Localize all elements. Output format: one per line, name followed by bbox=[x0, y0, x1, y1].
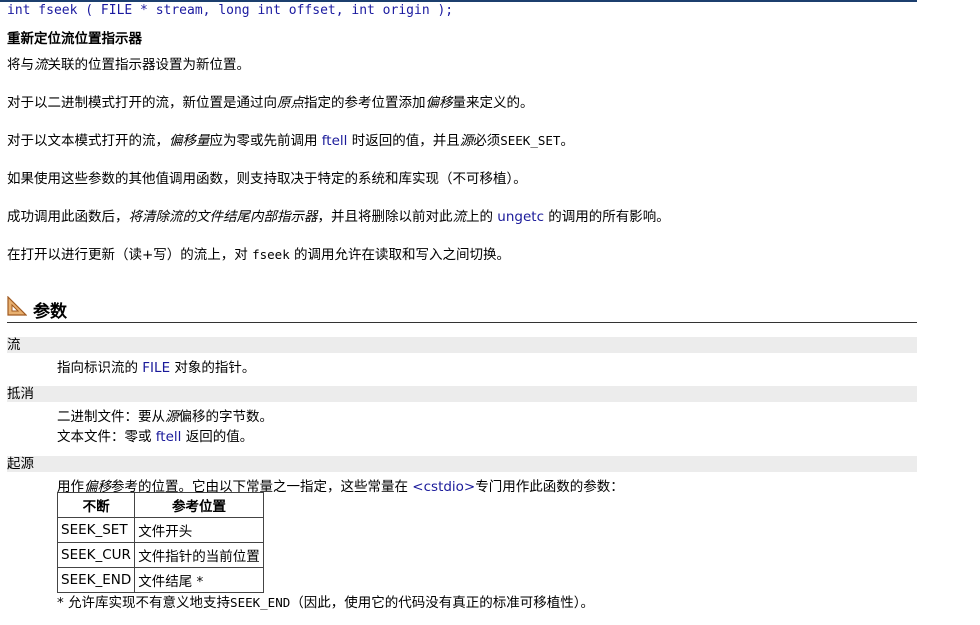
param-term-origin: 起源 bbox=[7, 456, 917, 472]
top-rule bbox=[0, 0, 917, 2]
table-row: SEEK_SET 文件开头 bbox=[56, 517, 264, 543]
table-row: SEEK_CUR 文件指针的当前位置 bbox=[56, 542, 264, 568]
ruler-triangle-icon bbox=[7, 295, 28, 316]
page-title: 重新定位流位置指示器 bbox=[7, 31, 142, 47]
ftell-link[interactable]: ftell bbox=[322, 133, 348, 149]
ftell-link-2[interactable]: ftell bbox=[156, 429, 182, 445]
param-desc-stream: 指向标识流的 FILE 对象的指针。 bbox=[57, 360, 256, 376]
ungetc-link[interactable]: ungetc bbox=[497, 209, 544, 225]
paragraph-3: 对于以文本模式打开的流，偏移量应为零或先前调用 ftell 时返回的值，并且源必… bbox=[7, 133, 574, 149]
paragraph-6: 在打开以进行更新（读+写）的流上，对 fseek 的调用允许在读取和写入之间切换… bbox=[7, 247, 511, 263]
param-desc-offset-1: 二进制文件：要从源偏移的字节数。 bbox=[57, 409, 273, 425]
footnote: * 允许库实现不有意义地支持SEEK_END（因此，使用它的代码没有真正的标准可… bbox=[57, 595, 595, 611]
table-header-row: 不断 参考位置 bbox=[56, 492, 264, 518]
constant-cell: SEEK_CUR bbox=[56, 542, 136, 568]
paragraph-2: 对于以二进制模式打开的流，新位置是通过向原点指定的参考位置添加偏移量来定义的。 bbox=[7, 95, 534, 111]
constant-cell: SEEK_END bbox=[56, 567, 136, 593]
reference-cell: 文件开头 bbox=[134, 517, 264, 543]
cstdio-link[interactable]: <cstdio> bbox=[412, 479, 475, 495]
table-row: SEEK_END 文件结尾 * bbox=[56, 567, 264, 593]
paragraph-5: 成功调用此函数后，将清除流的文件结尾内部指示器，并且将删除以前对此流上的 ung… bbox=[7, 209, 670, 225]
table-header-constant: 不断 bbox=[56, 492, 136, 518]
paragraph-1: 将与流关联的位置指示器设置为新位置。 bbox=[7, 57, 250, 73]
param-desc-offset-2: 文本文件：零或 ftell 返回的值。 bbox=[57, 429, 254, 445]
function-prototype: int fseek ( FILE * stream, long int offs… bbox=[7, 3, 454, 18]
section-title: 参数 bbox=[33, 302, 67, 322]
reference-cell: 文件指针的当前位置 bbox=[134, 542, 264, 568]
param-term-offset: 抵消 bbox=[7, 386, 917, 402]
paragraph-4: 如果使用这些参数的其他值调用函数，则支持取决于特定的系统和库实现（不可移植）。 bbox=[7, 171, 527, 187]
file-link[interactable]: FILE bbox=[142, 360, 170, 376]
constant-cell: SEEK_SET bbox=[56, 517, 136, 543]
reference-cell: 文件结尾 * bbox=[134, 567, 264, 593]
table-header-reference: 参考位置 bbox=[134, 492, 264, 518]
origin-constants-table: 不断 参考位置 SEEK_SET 文件开头 SEEK_CUR 文件指针的当前位置… bbox=[56, 492, 264, 593]
section-parameters-header: 参数 bbox=[7, 295, 917, 323]
param-term-stream: 流 bbox=[7, 337, 917, 353]
